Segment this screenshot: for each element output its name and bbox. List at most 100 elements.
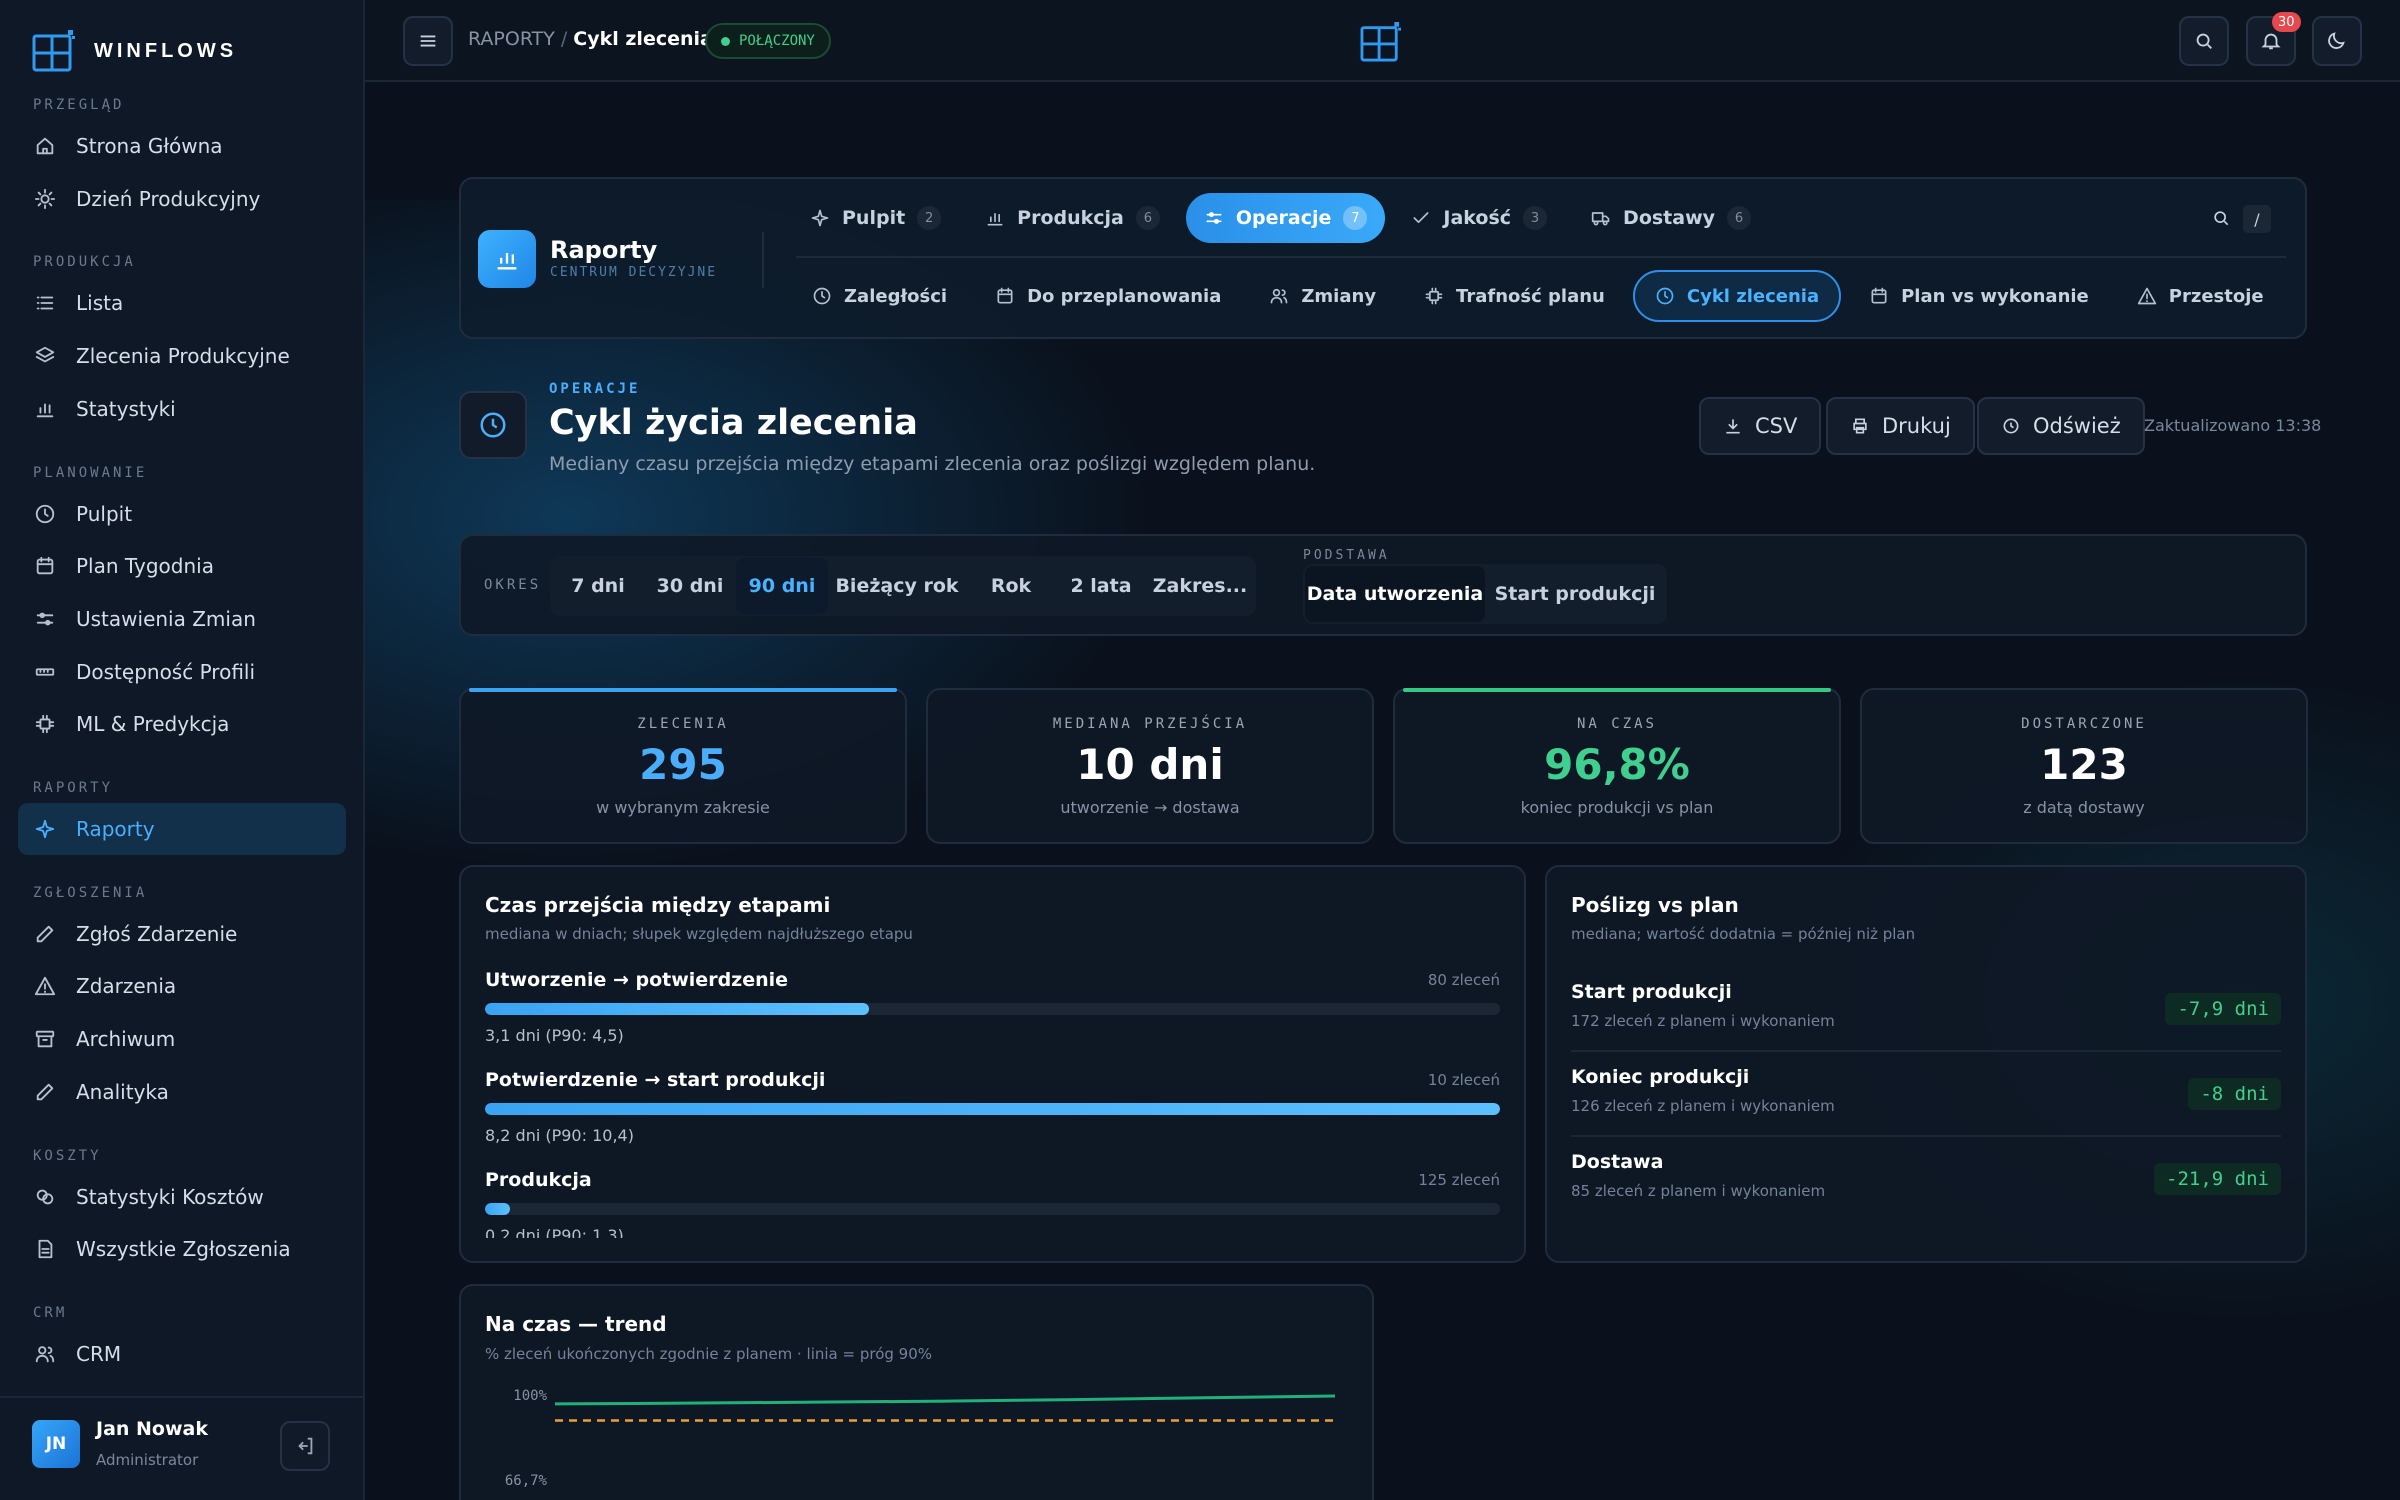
reports-title: Raporty (550, 236, 658, 264)
stage-row: Utworzenie → potwierdzenie 80 zleceń 3,1 d… (485, 966, 1500, 1066)
slip-name: Koniec produkcji (1571, 1066, 1750, 1088)
menu-toggle-button[interactable] (403, 16, 453, 66)
sidebar-item-label: Plan Tygodnia (76, 554, 214, 579)
tab-dostawy[interactable]: Dostawy 6 (1573, 193, 1769, 243)
period-option-zakres[interactable]: Zakres... (1146, 558, 1254, 614)
sidebar-item-zlecenia-produkcyjne[interactable]: Zlecenia Produkcyjne (18, 330, 346, 382)
period-option-2-lata[interactable]: 2 lata (1056, 558, 1146, 614)
last-updated-text: Zaktualizowano 13:38 (2144, 416, 2322, 435)
app-name: WINFLOWS (94, 39, 238, 62)
hamburger-icon (420, 35, 436, 47)
stage-stat: 3,1 dni (P90: 4,5) (485, 1026, 624, 1045)
sidebar-item-ml-predykcja[interactable]: ML & Predykcja (18, 698, 346, 750)
kpi-card-na-czas: NA CZAS 96,8% koniec produkcji vs plan (1393, 688, 1841, 844)
sidebar-item-dostepnosc-profili[interactable]: Dostępność Profili (18, 646, 346, 698)
tab-label: Pulpit (842, 207, 906, 229)
tab-search-icon[interactable] (2211, 208, 2231, 228)
reports-subtitle: CENTRUM DECYZYJNE (550, 265, 718, 280)
nav-section-title: ZGŁOSZENIA (33, 884, 148, 901)
kpi-subtext: z datą dostawy (2023, 798, 2145, 817)
subtab-label: Cykl zlecenia (1686, 285, 1820, 307)
kpi-label: DOSTARCZONE (2021, 716, 2147, 732)
sidebar-item-statystyki[interactable]: Statystyki (18, 383, 346, 435)
clock-icon (35, 504, 55, 523)
slip-divider (1571, 1050, 2281, 1052)
page-icon (459, 391, 527, 459)
sidebar-item-pulpit[interactable]: Pulpit (18, 488, 346, 540)
sidebar-item-archiwum[interactable]: Archiwum (18, 1013, 346, 1065)
sidebar-item-ustawienia-zmian[interactable]: Ustawienia Zmian (18, 593, 346, 645)
period-option-biezacy-rok[interactable]: Bieżący rok (828, 558, 966, 614)
warning-icon (34, 977, 56, 996)
nav-section-title: PRODUKCJA (33, 254, 136, 271)
kpi-value: 10 dni (1076, 740, 1224, 789)
slip-subtext: 172 zleceń z planem i wykonaniem (1571, 1012, 1835, 1030)
subtab-przestoje[interactable]: Przestoje (2117, 270, 2284, 322)
csv-export-button[interactable]: CSV (1699, 397, 1822, 455)
stage-count: 10 zleceń (1427, 1071, 1500, 1089)
subtab-plan-vs-wykonanie[interactable]: Plan vs wykonanie (1849, 270, 2109, 322)
search-button[interactable] (2179, 16, 2229, 66)
main-tabs: Pulpit 2 Produkcja 6 Operacje 7 Jakość 3 Dostawy… (792, 193, 1769, 243)
sidebar-item-dzien-produkcyjny[interactable]: Dzień Produkcyjny (18, 173, 346, 225)
archive-icon (35, 1030, 55, 1048)
logout-button[interactable] (280, 1421, 330, 1471)
breadcrumb-root[interactable]: RAPORTY (468, 28, 555, 50)
sidebar-item-raporty[interactable]: Raporty (18, 803, 346, 855)
print-button[interactable]: Drukuj (1826, 397, 1975, 455)
subtab-zmiany[interactable]: Zmiany (1249, 270, 1396, 322)
tab-label: Dostawy (1623, 207, 1716, 229)
basis-option-data-utworzenia[interactable]: Data utworzenia (1305, 566, 1485, 622)
stage-bar-track (485, 1003, 1500, 1015)
pen-icon (36, 925, 54, 942)
sidebar-item-lista[interactable]: Lista (18, 277, 346, 329)
users-icon (35, 1346, 55, 1363)
kpi-value: 123 (2040, 740, 2128, 789)
period-option-30-dni[interactable]: 30 dni (644, 558, 736, 614)
subtab-label: Przestoje (2168, 285, 2264, 307)
kpi-label: MEDIANA PRZEJŚCIA (1052, 716, 1248, 732)
basis-option-start-produkcji[interactable]: Start produkcji (1485, 566, 1665, 622)
subtab-zaleglosci[interactable]: Zaległości (792, 270, 967, 322)
period-option-90-dni[interactable]: 90 dni (736, 558, 828, 614)
top-bar: RAPORTY / Cykl zlecenia POŁĄCZONY 30 (365, 0, 2400, 82)
csv-label: CSV (1755, 414, 1798, 438)
kpi-subtext: utworzenie → dostawa (1060, 798, 1240, 817)
tab-operacje[interactable]: Operacje 7 (1185, 193, 1386, 243)
breadcrumb-current: Cykl zlecenia (573, 28, 713, 50)
app-logo[interactable]: WINFLOWS (32, 30, 237, 72)
sidebar-item-plan-tygodnia[interactable]: Plan Tygodnia (18, 540, 346, 592)
sidebar-item-crm[interactable]: CRM (18, 1328, 346, 1380)
stage-count: 80 zleceń (1427, 971, 1500, 989)
sliders-icon (36, 612, 54, 626)
tab-jakosc[interactable]: Jakość 3 (1393, 193, 1565, 243)
theme-toggle-button[interactable] (2312, 16, 2362, 66)
slip-row: Start produkcji 172 zleceń z planem i wyk… (1571, 968, 2281, 1053)
sidebar-item-zdarzenia[interactable]: Zdarzenia (18, 960, 346, 1012)
tab-produkcja[interactable]: Produkcja 6 (967, 193, 1178, 243)
subtab-trafnosc-planu[interactable]: Trafność planu (1404, 270, 1625, 322)
connection-status-text: POŁĄCZONY (739, 33, 815, 49)
period-option-7-dni[interactable]: 7 dni (552, 558, 644, 614)
sidebar-item-wszystkie-zgloszenia[interactable]: Wszystkie Zgłoszenia (18, 1223, 346, 1275)
period-option-rok[interactable]: Rok (966, 558, 1056, 614)
sidebar-item-zglos-zdarzenie[interactable]: Zgłoś Zdarzenie (18, 908, 346, 960)
subtab-label: Zmiany (1301, 285, 1377, 307)
center-logo-icon[interactable] (1360, 22, 1402, 62)
kpi-card-dostarczone: DOSTARCZONE 123 z datą dostawy (1860, 688, 2308, 844)
tab-label: Produkcja (1017, 207, 1124, 229)
avatar[interactable]: JN (32, 1420, 80, 1468)
sidebar-item-label: Analityka (76, 1079, 169, 1104)
sidebar-item-label: Statystyki Kosztów (76, 1184, 264, 1209)
pen-icon (36, 1083, 54, 1101)
subtab-cykl-zlecenia[interactable]: Cykl zlecenia (1632, 270, 1842, 322)
subtab-do-przeplanowania[interactable]: Do przeplanowania (975, 270, 1241, 322)
sidebar-item-label: Raporty (76, 817, 155, 841)
sidebar-item-analityka[interactable]: Analityka (18, 1066, 346, 1118)
tab-pulpit[interactable]: Pulpit 2 (792, 193, 959, 243)
sidebar-item-statystyki-kosztow[interactable]: Statystyki Kosztów (18, 1171, 346, 1223)
tab-count-badge: 6 (1727, 206, 1752, 230)
sparkle-icon (811, 209, 829, 227)
sidebar-item-strona-glowna[interactable]: Strona Główna (18, 120, 346, 172)
refresh-button[interactable]: Odśwież (1977, 397, 2145, 455)
